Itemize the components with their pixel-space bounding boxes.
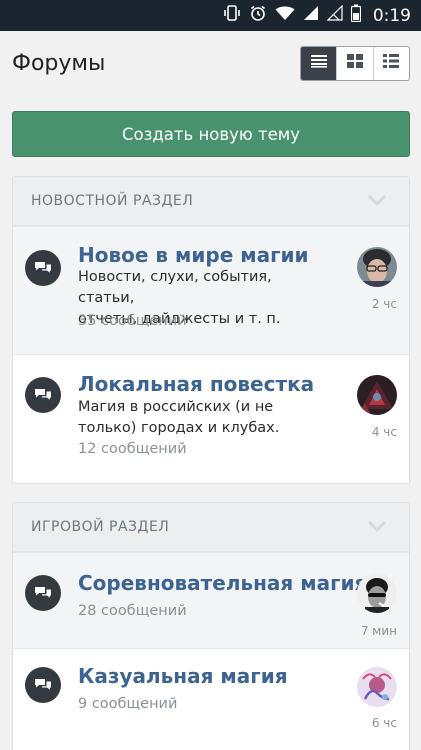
section-title: ИГРОВОЙ РАЗДЕЛ	[31, 519, 170, 535]
avatar[interactable]	[357, 247, 397, 287]
detail-view-icon	[383, 54, 400, 73]
forum-description-line: Новости, слухи, события, статьи,	[78, 269, 272, 306]
forum-description-line: только) городах и клубах.	[78, 420, 280, 436]
status-bar: 0:19	[0, 0, 421, 31]
vibrate-icon	[223, 4, 241, 27]
avatar[interactable]	[357, 375, 397, 415]
wifi-icon	[275, 5, 295, 26]
list-view-button[interactable]	[301, 47, 338, 80]
forum-title[interactable]: Соревновательная магия	[78, 571, 367, 595]
page-title: Форумы	[12, 51, 106, 76]
forum-section: НОВОСТНОЙ РАЗДЕЛ Новое в мире магии Ново…	[12, 176, 410, 484]
section-header[interactable]: НОВОСТНОЙ РАЗДЕЛ	[13, 177, 409, 226]
forum-icon	[25, 377, 61, 413]
no-signal-icon	[326, 4, 343, 26]
grid-view-icon	[346, 54, 363, 73]
view-toggle	[300, 46, 410, 81]
avatar[interactable]	[357, 667, 397, 707]
last-post-time: 7 мин	[360, 624, 397, 638]
message-count: 35 сообщений	[78, 313, 187, 329]
forum-icon	[25, 575, 61, 611]
forum-row[interactable]: Новое в мире магии Новости, слухи, событ…	[13, 226, 409, 354]
message-count: 28 сообщений	[78, 603, 187, 619]
message-count: 9 сообщений	[78, 696, 178, 712]
signal-icon	[303, 5, 319, 26]
forum-section: ИГРОВОЙ РАЗДЕЛ Соревновательная магия 28…	[12, 502, 410, 750]
page-header: Форумы	[0, 31, 421, 99]
forum-icon	[25, 250, 61, 286]
section-title: НОВОСТНОЙ РАЗДЕЛ	[31, 193, 194, 209]
detail-view-button[interactable]	[374, 47, 409, 80]
forum-title[interactable]: Казуальная магия	[78, 664, 288, 688]
forum-title[interactable]: Новое в мире магии	[78, 243, 309, 267]
chevron-down-icon[interactable]	[367, 193, 387, 212]
list-view-icon	[310, 54, 327, 73]
section-header[interactable]: ИГРОВОЙ РАЗДЕЛ	[13, 503, 409, 552]
chevron-down-icon[interactable]	[367, 519, 387, 538]
forum-icon	[25, 667, 61, 703]
clock: 0:19	[372, 5, 411, 26]
last-post-time: 4 чс	[371, 425, 397, 439]
last-post-time: 2 чс	[371, 297, 397, 311]
message-count: 12 сообщений	[78, 441, 187, 457]
grid-view-button[interactable]	[337, 47, 374, 80]
forum-title[interactable]: Локальная повестка	[78, 372, 314, 396]
forum-description: Магия в российских (и не только) городах…	[78, 397, 328, 439]
last-post-time: 6 чс	[371, 716, 397, 730]
forum-row[interactable]: Локальная повестка Магия в российских (и…	[13, 354, 409, 483]
forum-description-line: Магия в российских (и не	[78, 399, 274, 415]
forum-row[interactable]: Казуальная магия 9 сообщений 6 чс	[13, 648, 409, 748]
alarm-icon	[249, 4, 267, 27]
avatar[interactable]	[357, 573, 397, 613]
forum-row[interactable]: Соревновательная магия 28 сообщений 7 ми…	[13, 552, 409, 648]
create-topic-button[interactable]: Создать новую тему	[12, 111, 410, 157]
battery-icon	[350, 4, 361, 27]
